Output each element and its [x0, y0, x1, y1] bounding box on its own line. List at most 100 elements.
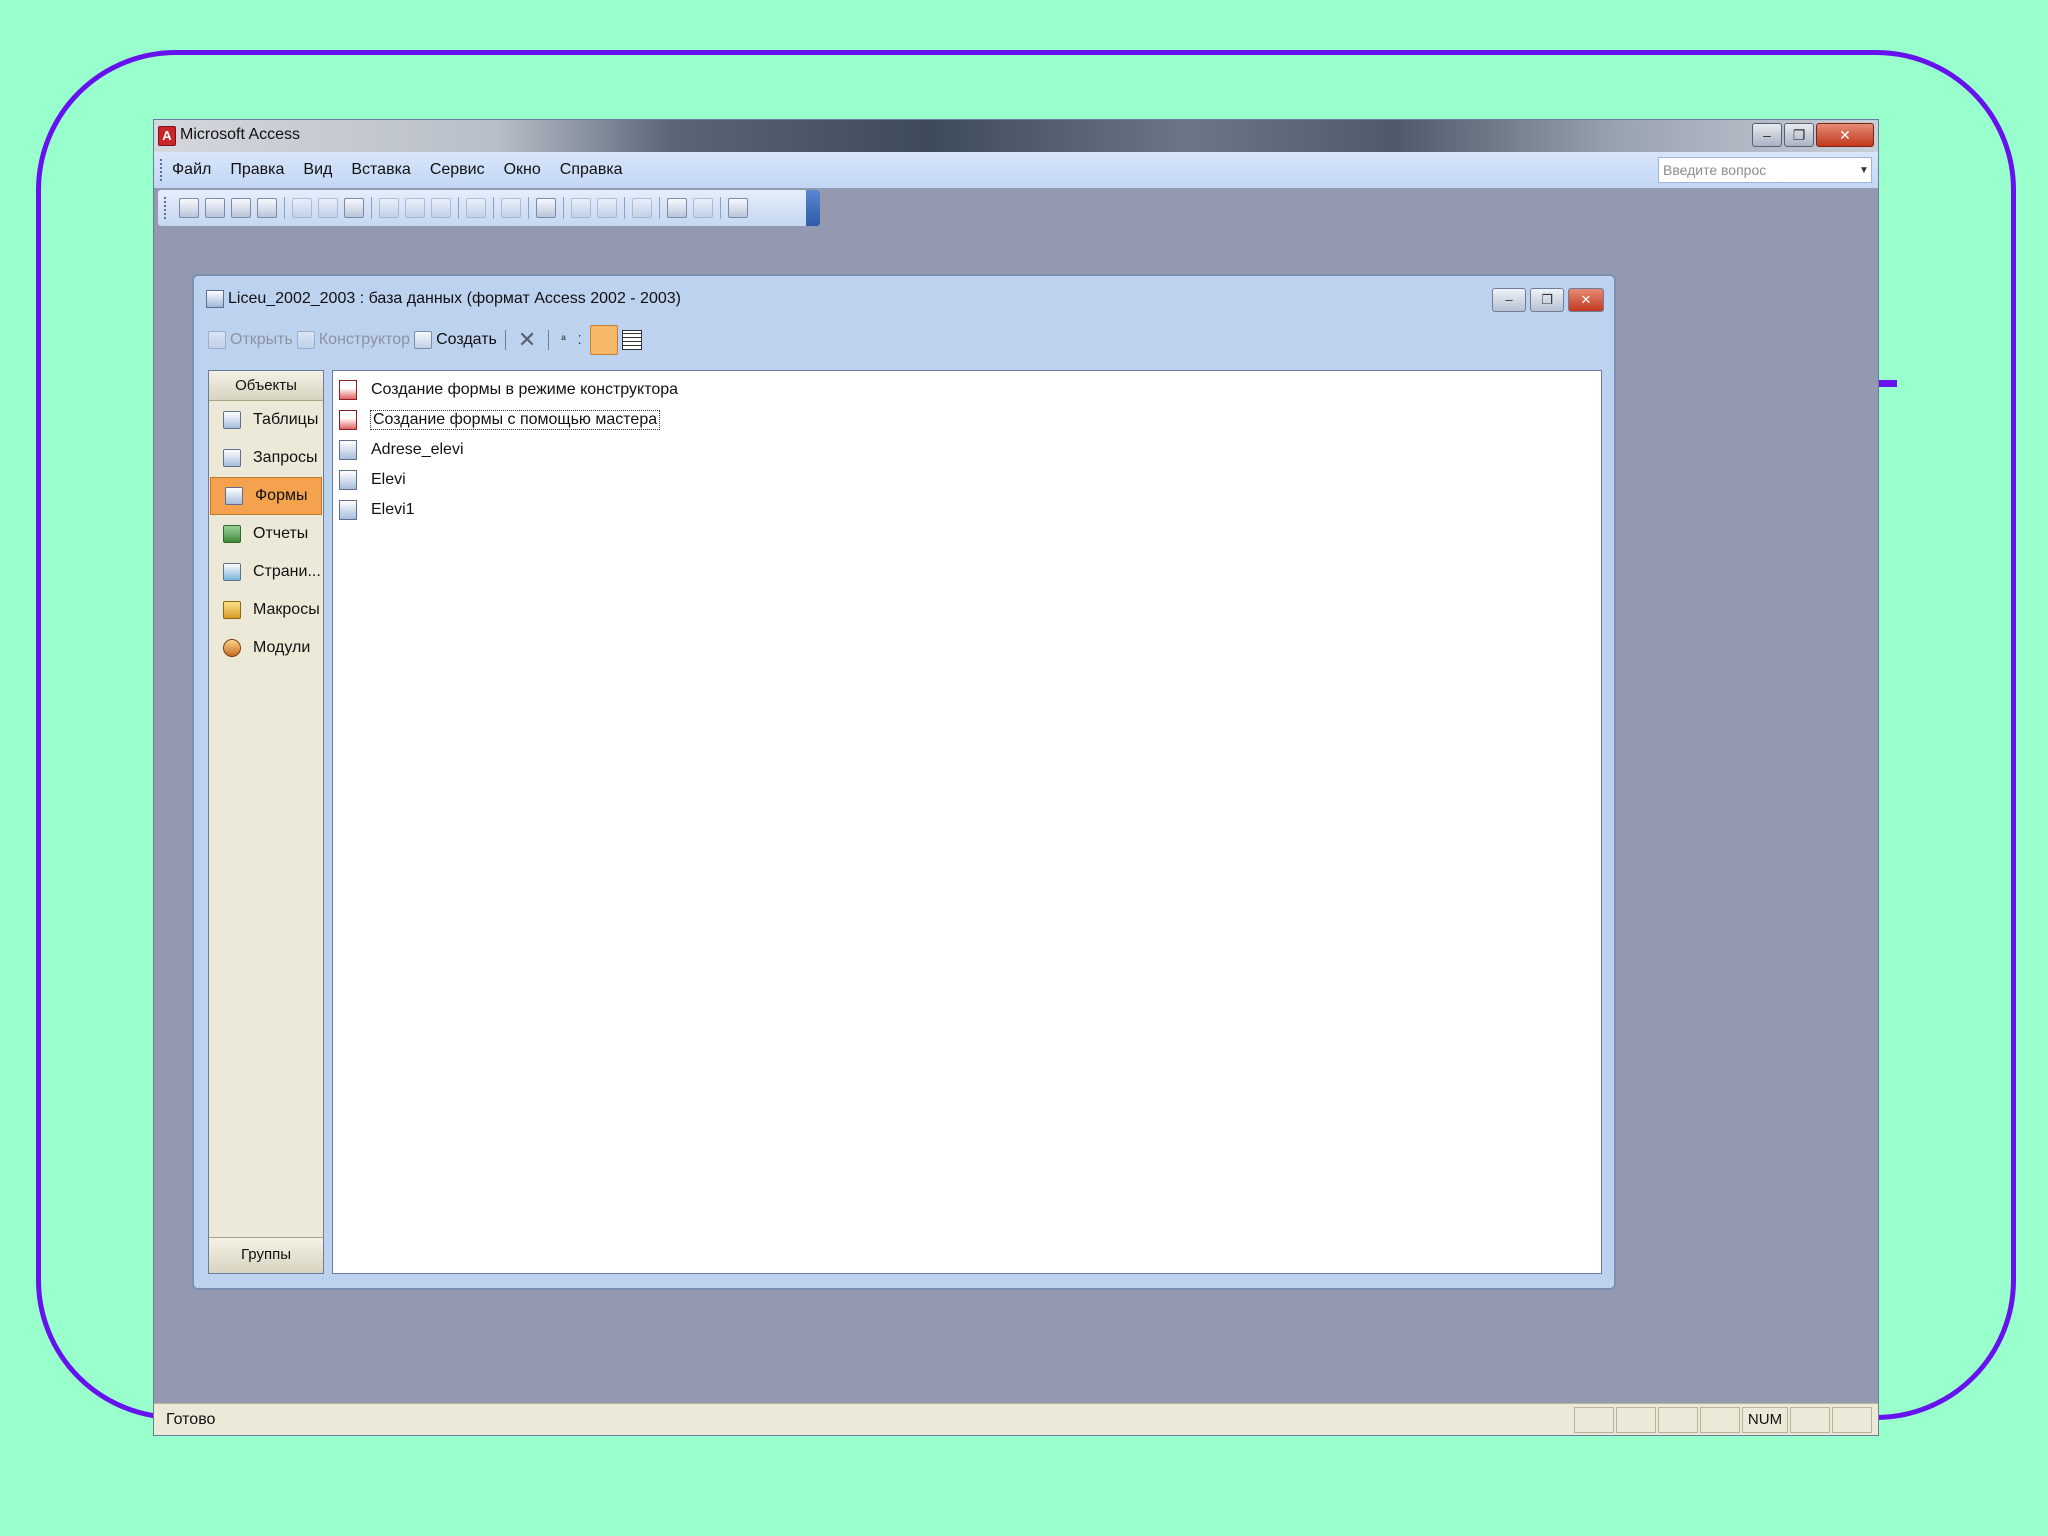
list-item-label: Создание формы в режиме конструктора [371, 381, 679, 398]
list-item[interactable]: Elevi [333, 465, 1601, 495]
objects-item-reports[interactable]: Отчеты [209, 515, 323, 553]
menu-edit[interactable]: Правка [230, 161, 284, 179]
menu-view[interactable]: Вид [303, 161, 332, 179]
objects-item-label: Модули [253, 639, 311, 656]
list-item[interactable]: Создание формы в режиме конструктора [333, 375, 1601, 405]
open-object-label: Открыть [230, 331, 293, 348]
toolbar-separator [458, 197, 459, 219]
list-view-icon[interactable] [589, 325, 618, 355]
objects-bar: Объекты Таблицы Запросы Формы Отчеты Стр… [208, 370, 324, 1274]
objects-item-forms[interactable]: Формы [210, 477, 322, 515]
menu-insert[interactable]: Вставка [351, 161, 410, 179]
create-object-button[interactable]: Создать [414, 331, 497, 349]
objects-header[interactable]: Объекты [209, 371, 323, 401]
database-window-title-bar: Liceu_2002_2003 : база данных (формат Ac… [194, 276, 1614, 316]
groups-button[interactable]: Группы [209, 1237, 323, 1273]
close-button[interactable]: ✕ [1816, 123, 1874, 147]
office-links-icon[interactable] [501, 198, 521, 218]
paste-icon[interactable] [431, 198, 451, 218]
analyze-icon[interactable] [536, 198, 556, 218]
objects-item-label: Таблицы [253, 411, 319, 428]
open-object-button[interactable]: Открыть [208, 331, 293, 349]
list-item-label: Elevi [371, 471, 406, 488]
db-minimize-button[interactable]: – [1492, 288, 1526, 312]
list-item[interactable]: Создание формы с помощью мастера [333, 405, 1601, 435]
window-controls: – ❐ ✕ [1752, 123, 1874, 147]
print-icon[interactable] [292, 198, 312, 218]
restore-button[interactable]: ❐ [1784, 123, 1814, 147]
access-app-window: A Microsoft Access – ❐ ✕ Файл Правка Вид… [154, 120, 1878, 1435]
create-object-label: Создать [436, 331, 497, 348]
undo-icon[interactable] [466, 198, 486, 218]
cut-icon[interactable] [379, 198, 399, 218]
list-item[interactable]: Adrese_elevi [333, 435, 1601, 465]
objects-item-macros[interactable]: Макросы [209, 591, 323, 629]
toolbar-separator [528, 197, 529, 219]
menu-grip[interactable] [160, 159, 164, 181]
num-lock-indicator: NUM [1742, 1407, 1788, 1433]
open-folder-icon[interactable] [205, 198, 225, 218]
toolbar-separator [563, 197, 564, 219]
chevron-down-icon[interactable]: ▼ [1857, 165, 1871, 176]
spellcheck-icon[interactable] [344, 198, 364, 218]
status-cell [1658, 1407, 1698, 1433]
toolbar-separator [659, 197, 660, 219]
db-restore-button[interactable]: ❐ [1530, 288, 1564, 312]
menu-file[interactable]: Файл [172, 161, 211, 179]
delete-icon[interactable]: ✕ [514, 327, 540, 353]
new-document-icon[interactable] [179, 198, 199, 218]
database-icon [206, 290, 224, 308]
form-wizard-icon [339, 410, 357, 430]
database-window: Liceu_2002_2003 : база данных (формат Ac… [192, 274, 1616, 1290]
menu-window[interactable]: Окно [504, 161, 541, 179]
menu-tools[interactable]: Сервис [430, 161, 485, 179]
help-icon[interactable] [728, 198, 748, 218]
copy-icon[interactable] [405, 198, 425, 218]
objects-item-label: Запросы [253, 449, 318, 466]
list-item-label: Adrese_elevi [371, 441, 464, 458]
objects-item-label: Страни... [253, 563, 321, 580]
toolbar-separator [720, 197, 721, 219]
report-icon [223, 525, 241, 543]
database-toolbar: Открыть Конструктор Создать ✕ ª ⁚ [208, 324, 642, 356]
objects-item-label: Макросы [253, 601, 320, 618]
new-object-icon[interactable] [693, 198, 713, 218]
large-icons-icon[interactable]: ª [557, 333, 569, 347]
page-icon [223, 563, 241, 581]
table-icon [223, 411, 241, 429]
status-bar: Готово NUM [154, 1403, 1878, 1435]
file-search-icon[interactable] [257, 198, 277, 218]
menu-help[interactable]: Справка [560, 161, 623, 179]
list-item[interactable]: Elevi1 [333, 495, 1601, 525]
open-object-icon [208, 331, 226, 349]
print-preview-icon[interactable] [318, 198, 338, 218]
toolbar-separator [284, 197, 285, 219]
objects-item-label: Формы [255, 487, 308, 504]
code-icon[interactable] [571, 198, 591, 218]
relationships-icon[interactable] [667, 198, 687, 218]
help-question-input[interactable] [1659, 158, 1857, 182]
module-icon [223, 639, 241, 657]
minimize-button[interactable]: – [1752, 123, 1782, 147]
small-icons-icon[interactable]: ⁚ [574, 333, 586, 347]
objects-item-modules[interactable]: Модули [209, 629, 323, 667]
status-cell [1616, 1407, 1656, 1433]
db-close-button[interactable]: ✕ [1568, 288, 1604, 312]
design-view-label: Конструктор [318, 331, 411, 348]
save-icon[interactable] [231, 198, 251, 218]
design-view-icon [296, 331, 315, 349]
form-icon [339, 500, 357, 520]
create-object-icon [414, 331, 433, 349]
standard-toolbar [158, 190, 820, 226]
toolbar-options-button[interactable] [806, 190, 820, 226]
objects-item-pages[interactable]: Страни... [209, 553, 323, 591]
properties-icon[interactable] [632, 198, 652, 218]
design-view-button[interactable]: Конструктор [296, 331, 411, 349]
script-icon[interactable] [597, 198, 617, 218]
objects-item-queries[interactable]: Запросы [209, 439, 323, 477]
access-logo-icon: A [158, 126, 176, 146]
form-icon [339, 440, 357, 460]
details-view-icon[interactable] [621, 330, 642, 350]
toolbar-grip[interactable] [164, 197, 168, 219]
objects-item-tables[interactable]: Таблицы [209, 401, 323, 439]
